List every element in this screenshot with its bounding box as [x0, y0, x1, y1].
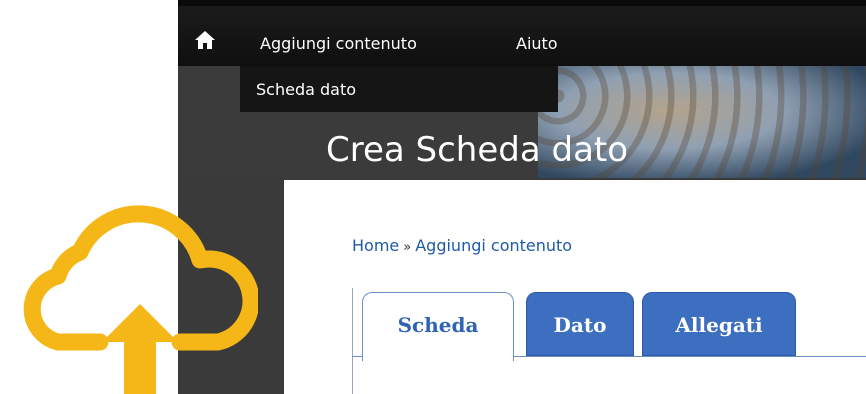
admin-toolbar: Aggiungi contenuto Aiuto	[178, 0, 866, 72]
tabs-frame	[352, 288, 353, 394]
secondary-tab-label: Scheda dato	[256, 80, 357, 99]
content-area: Home » Aggiungi contenuto Scheda Dato Alle…	[284, 180, 866, 394]
breadcrumb: Home » Aggiungi contenuto	[352, 236, 572, 255]
toolbar-link-add-content[interactable]: Aggiungi contenuto	[260, 34, 417, 53]
toolbar-link-help[interactable]: Aiuto	[516, 34, 558, 53]
tab-scheda[interactable]: Scheda	[362, 292, 514, 361]
tab-dato[interactable]: Dato	[526, 292, 634, 356]
tab-allegati[interactable]: Allegati	[642, 292, 796, 356]
breadcrumb-home[interactable]: Home	[352, 236, 399, 255]
page-title: Crea Scheda dato	[326, 130, 629, 170]
vertical-tabs: Scheda Dato Allegati	[352, 288, 866, 394]
home-icon[interactable]	[194, 30, 216, 50]
drupal-admin-screenshot: Aggiungi contenuto Aiuto Scheda dato Cre…	[178, 0, 866, 394]
cloud-upload-icon	[23, 205, 258, 394]
breadcrumb-add-content[interactable]: Aggiungi contenuto	[415, 236, 572, 255]
secondary-tab-scheda-dato[interactable]: Scheda dato	[240, 66, 558, 112]
breadcrumb-separator: »	[403, 240, 412, 255]
